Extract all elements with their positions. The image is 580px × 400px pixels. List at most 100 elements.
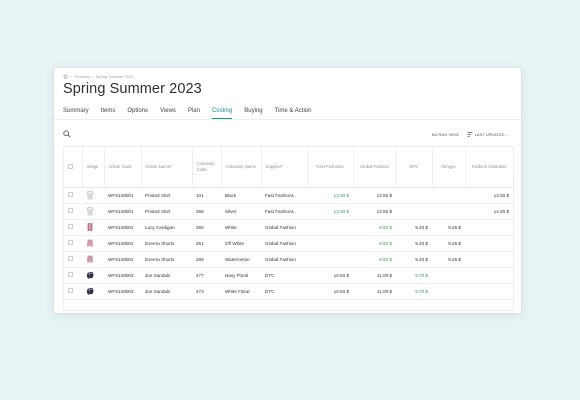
home-icon[interactable] — [63, 74, 68, 79]
tab-views[interactable]: Views — [160, 108, 176, 119]
global-fashion-cost-cell[interactable]: 12.50 $ — [353, 203, 396, 220]
column-header-fashion-institution[interactable]: Fashion Institution — [464, 147, 513, 188]
supplier-cell: Global Fashion — [261, 219, 307, 236]
fast-fashions-cost-cell[interactable]: 10.50 $ — [307, 283, 353, 300]
column-header-article-name[interactable]: Article Name* — [140, 147, 192, 188]
select-all-checkbox[interactable] — [68, 163, 73, 169]
global-fashion-cost-cell[interactable]: 8.90 $ — [353, 219, 396, 236]
costing-panel: › Products › Spring Summer 2023 Spring S… — [53, 67, 522, 314]
table-row[interactable]: WFX100002 Devera Shorts 261 Off White Global… — [64, 235, 513, 252]
tab-time-action[interactable]: Time & Action — [275, 108, 312, 119]
clingyo-cost-cell[interactable] — [432, 187, 465, 204]
product-image-cell — [82, 187, 104, 204]
breadcrumb-season[interactable]: Spring Summer 2023 — [95, 74, 133, 79]
table-row[interactable]: WFX100001 Printed Shirt 101 Black Fast Fashi… — [64, 187, 513, 204]
global-fashion-cost-cell[interactable]: 11.00 $ — [353, 267, 396, 284]
column-header-fast-fashions[interactable]: Fast Fashions — [306, 147, 353, 188]
dtc-cost-cell[interactable]: 9.40 $ — [396, 251, 432, 268]
clingyo-cost-cell[interactable]: 9.25 $ — [432, 219, 465, 236]
global-fashion-cost-cell[interactable]: 11.00 $ — [353, 283, 396, 300]
row-checkbox[interactable] — [68, 256, 73, 261]
column-header-article-code[interactable]: Article Code — [103, 147, 141, 188]
column-header-dtc[interactable]: DTC — [395, 147, 432, 188]
table-row[interactable]: WFX100001 Printed Shirt 258 Silver Fast Fash… — [64, 203, 513, 220]
fast-fashions-cost-cell[interactable] — [307, 251, 353, 268]
sandal-thumbnail[interactable] — [86, 270, 94, 280]
shorts-thumbnail[interactable] — [86, 238, 94, 248]
fast-fashions-cost-cell[interactable]: 13.30 $ — [307, 187, 353, 204]
page-title: Spring Summer 2023 — [63, 81, 202, 97]
global-fashion-cost-cell[interactable]: 8.90 $ — [353, 235, 396, 252]
fast-fashions-cost-cell[interactable] — [307, 235, 353, 252]
global-fashion-cost-cell[interactable]: 12.50 $ — [353, 187, 396, 204]
dtc-cost-cell[interactable] — [396, 203, 432, 220]
fashion-institution-cost-cell[interactable] — [465, 235, 513, 252]
dtc-cost-cell[interactable]: 9.40 $ — [396, 235, 432, 252]
row-checkbox[interactable] — [68, 288, 73, 293]
table-row[interactable]: WFX100002 Devera Shorts 289 Watermelon Globa… — [64, 251, 513, 268]
dtc-cost-cell[interactable]: 9.70 $ — [396, 283, 432, 300]
fashion-institution-cost-cell[interactable] — [465, 251, 513, 268]
tab-costing[interactable]: Costing — [211, 108, 233, 119]
global-fashion-cost-cell[interactable]: 8.90 $ — [353, 251, 396, 268]
supplier-cell: Global Fashion — [261, 251, 307, 268]
table-row[interactable]: WFX100002 Lucy Cardigan 259 White Global Fas… — [64, 219, 513, 236]
tab-options[interactable]: Options — [127, 108, 148, 119]
colorway-code-cell: 258 — [192, 203, 221, 220]
article-code-cell: WFX100001 — [104, 203, 141, 220]
fast-fashions-cost-cell[interactable] — [307, 219, 353, 236]
clingyo-cost-cell[interactable] — [432, 283, 465, 300]
table-header-row: Image Article Code Article Name* Colorway C… — [64, 147, 513, 188]
product-image-cell — [82, 267, 104, 284]
clingyo-cost-cell[interactable]: 9.25 $ — [432, 235, 465, 252]
row-checkbox[interactable] — [68, 192, 73, 197]
tab-buying[interactable]: Buying — [244, 108, 262, 119]
product-image-cell — [82, 283, 104, 300]
shirt-thumbnail[interactable] — [86, 190, 94, 200]
fashion-institution-cost-cell[interactable] — [465, 267, 513, 284]
dtc-cost-cell[interactable] — [396, 187, 432, 204]
fashion-institution-cost-cell[interactable] — [465, 283, 513, 300]
colorway-name-cell: Watermelon — [221, 251, 261, 268]
clingyo-cost-cell[interactable] — [432, 267, 465, 284]
article-name-cell: Joe Sandals — [141, 267, 192, 284]
clingyo-cost-cell[interactable]: 9.25 $ — [432, 251, 465, 268]
dtc-cost-cell[interactable]: 9.70 $ — [396, 267, 432, 284]
row-select-cell — [64, 187, 82, 204]
colorway-code-cell: 289 — [192, 251, 221, 268]
column-header-global-fashion[interactable]: Global Fashion — [352, 147, 396, 188]
breadcrumb-products[interactable]: Products — [74, 74, 90, 79]
fast-fashions-cost-cell[interactable]: 10.50 $ — [307, 267, 353, 284]
tab-items[interactable]: Items — [101, 108, 116, 119]
fast-fashions-cost-cell[interactable]: 13.30 $ — [307, 203, 353, 220]
fashion-institution-cost-cell[interactable]: 13.30 $ — [465, 187, 513, 204]
buying-view-button[interactable]: BUYING VIEW — [432, 132, 459, 137]
row-checkbox[interactable] — [68, 240, 73, 245]
row-select-cell — [64, 203, 82, 220]
tab-bar: Summary Items Options Views Plan Costing Buyin… — [63, 108, 521, 119]
table-row[interactable]: WFX100003 Joe Sandals 477 Navy Floral DTC 10.… — [64, 267, 513, 284]
column-header-image[interactable]: Image — [81, 147, 104, 188]
row-checkbox[interactable] — [68, 272, 73, 277]
cardigan-thumbnail[interactable] — [86, 222, 94, 232]
article-name-cell: Lucy Cardigan — [141, 219, 192, 236]
sandal-thumbnail[interactable] — [86, 286, 94, 296]
tab-summary[interactable]: Summary — [63, 108, 89, 119]
colorway-code-cell: 261 — [192, 235, 221, 252]
clingyo-cost-cell[interactable] — [432, 203, 465, 220]
fashion-institution-cost-cell[interactable]: 14.30 $ — [465, 203, 513, 220]
row-checkbox[interactable] — [68, 208, 73, 213]
column-header-supplier[interactable]: Supplier* — [260, 147, 307, 188]
column-header-colorway-name[interactable]: Colorway Name — [220, 147, 261, 188]
shorts-thumbnail[interactable] — [86, 254, 94, 264]
fashion-institution-cost-cell[interactable] — [465, 219, 513, 236]
last-updated-sort-button[interactable]: LAST UPDATED ... — [467, 132, 509, 137]
shirt-thumbnail[interactable] — [86, 206, 94, 216]
dtc-cost-cell[interactable]: 9.40 $ — [396, 219, 432, 236]
row-checkbox[interactable] — [68, 224, 73, 229]
table-row[interactable]: WFX100003 Joe Sandals 473 White Floral DTC 10… — [64, 283, 513, 300]
search-icon[interactable] — [63, 130, 71, 138]
tab-plan[interactable]: Plan — [188, 108, 200, 119]
column-header-colorway-code[interactable]: Colorway Code — [191, 147, 221, 188]
column-header-clingyo[interactable]: Clingyo — [431, 147, 465, 188]
